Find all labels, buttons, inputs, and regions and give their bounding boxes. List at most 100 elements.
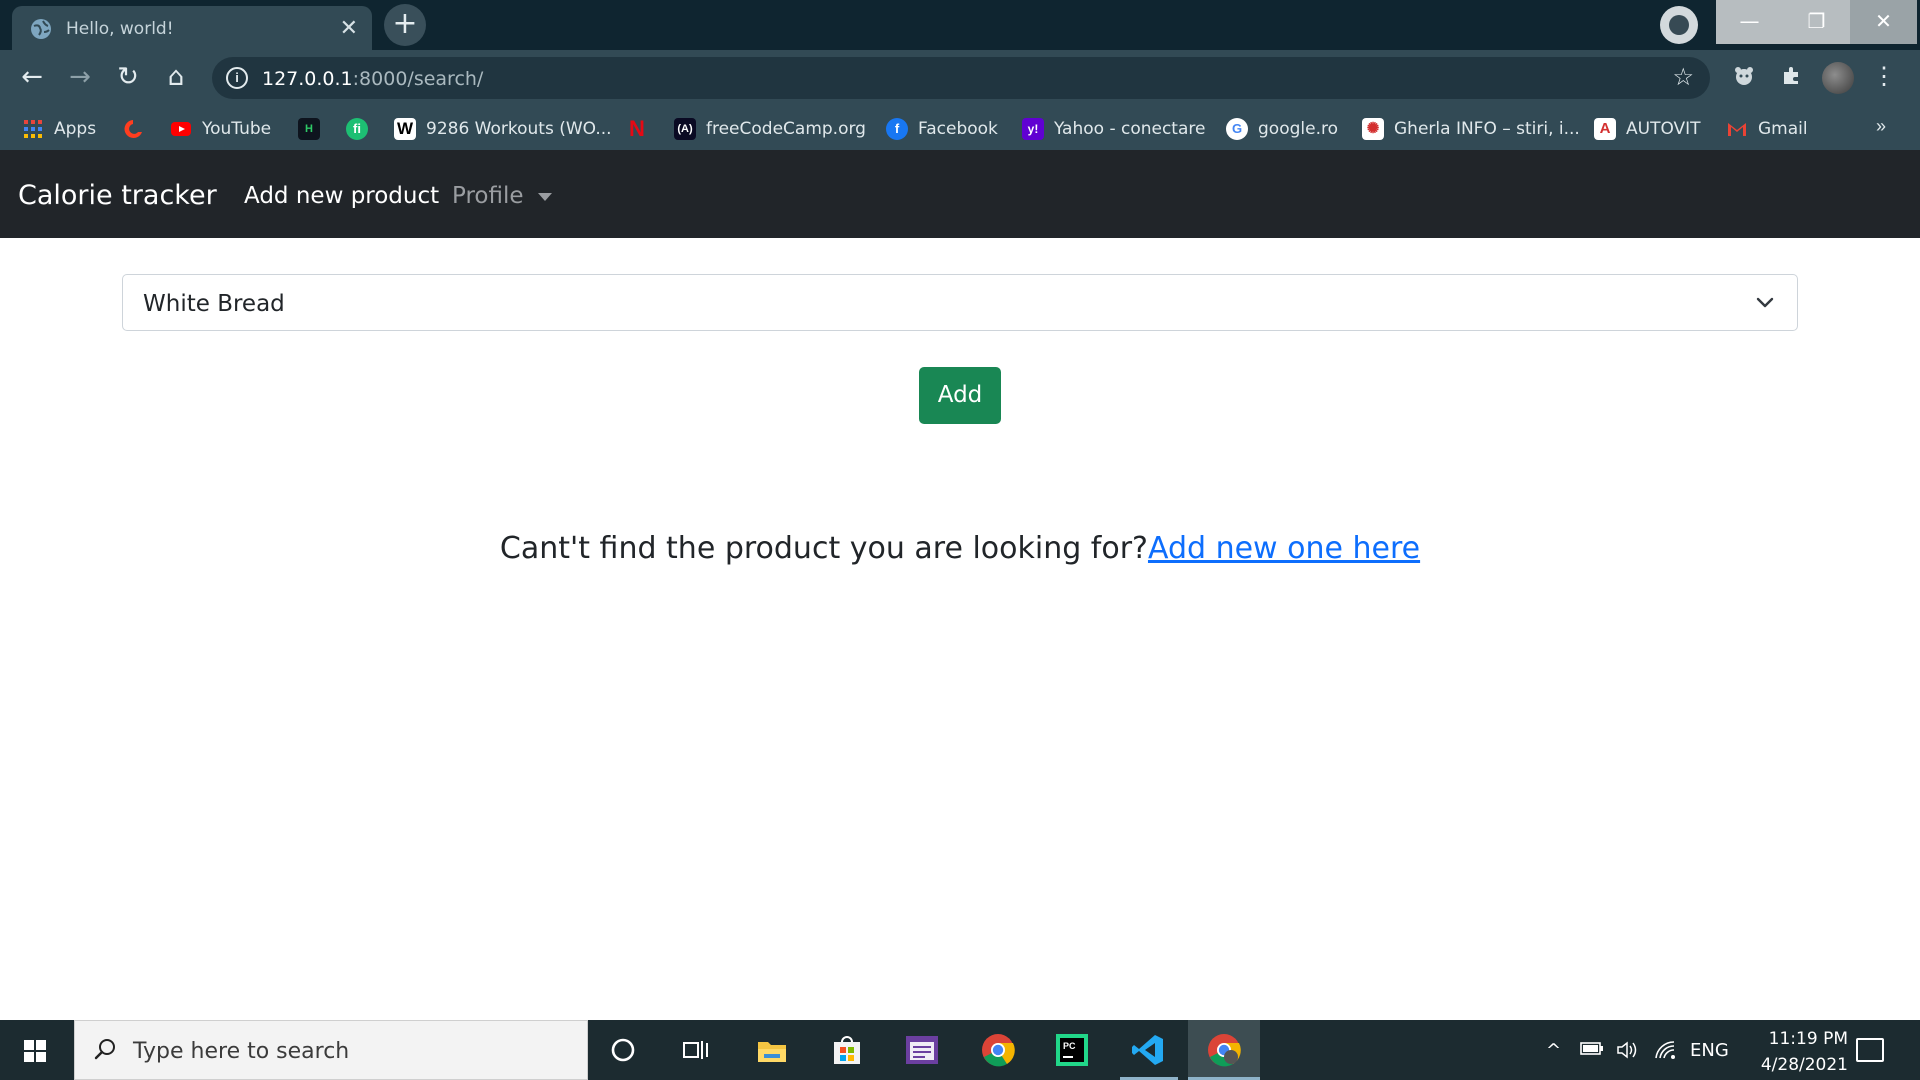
bookmark-gmail[interactable]: Gmail bbox=[1726, 116, 1808, 142]
apps-grid-icon bbox=[24, 120, 42, 138]
bookmarks-bar: Apps YouTube H fi W 9286 Workouts (WO...… bbox=[0, 106, 1920, 150]
product-select-value: White Bread bbox=[143, 291, 285, 317]
bookmark-label: YouTube bbox=[202, 119, 272, 139]
language-indicator[interactable]: ENG bbox=[1690, 1040, 1729, 1061]
site-info-icon[interactable]: i bbox=[226, 67, 248, 89]
helper-text: Cant't find the product you are looking … bbox=[499, 531, 1148, 566]
system-clock[interactable]: 11:19 PM 4/28/2021 bbox=[1738, 1026, 1848, 1078]
opera-like-icon bbox=[124, 120, 142, 138]
svg-text:PC: PC bbox=[1063, 1041, 1076, 1051]
tab-title: Hello, world! bbox=[66, 19, 174, 39]
gmail-icon bbox=[1728, 123, 1746, 136]
missing-product-helper: Cant't find the product you are looking … bbox=[0, 531, 1920, 566]
store-icon[interactable] bbox=[827, 1030, 867, 1070]
cortana-icon[interactable] bbox=[603, 1030, 643, 1070]
yahoo-icon: y! bbox=[1022, 118, 1044, 140]
bookmark-youtube[interactable]: YouTube bbox=[170, 116, 271, 142]
youtube-icon bbox=[171, 122, 191, 136]
bookmark-fiverr[interactable]: fi bbox=[346, 116, 368, 142]
bookmark-google[interactable]: G google.ro bbox=[1226, 116, 1338, 142]
add-new-product-link[interactable]: Add new one here bbox=[1148, 531, 1420, 566]
caret-down-icon bbox=[537, 192, 552, 201]
search-icon bbox=[94, 1039, 115, 1060]
bookmark-star-icon[interactable]: ☆ bbox=[1672, 63, 1694, 92]
nav-add-new-product[interactable]: Add new product bbox=[244, 183, 439, 209]
add-product-button[interactable]: Add bbox=[919, 367, 1001, 424]
bookmark-workouts[interactable]: W 9286 Workouts (WO... bbox=[394, 116, 612, 142]
battery-icon[interactable] bbox=[1580, 1040, 1604, 1061]
bookmark-freecodecamp[interactable]: (A) freeCodeCamp.org bbox=[674, 116, 866, 142]
nav-profile-dropdown[interactable]: Profile bbox=[452, 183, 552, 209]
bookmark-label: AUTOVIT bbox=[1626, 119, 1701, 139]
taskbar-search[interactable]: Type here to search bbox=[74, 1020, 588, 1080]
bookmark-facebook[interactable]: f Facebook bbox=[886, 116, 998, 142]
url-text[interactable]: 127.0.0.1:8000/search/ bbox=[262, 68, 483, 90]
bookmark-hackerrank[interactable]: H bbox=[298, 116, 320, 142]
bookmark-label: Gherla INFO – stiri, i... bbox=[1394, 119, 1580, 139]
bookmark-apps[interactable]: Apps bbox=[22, 116, 96, 142]
bookmark-label: google.ro bbox=[1258, 119, 1338, 139]
bookmark-label: Gmail bbox=[1758, 119, 1808, 139]
autovit-icon: A bbox=[1594, 118, 1616, 140]
bookmark-icon-only[interactable] bbox=[122, 116, 144, 142]
chrome-active-icon bbox=[1208, 1034, 1241, 1067]
file-explorer-icon[interactable] bbox=[752, 1030, 792, 1070]
product-select[interactable]: White Bread bbox=[122, 274, 1798, 331]
hackerrank-icon: H bbox=[298, 118, 320, 140]
restore-button[interactable]: ❐ bbox=[1783, 0, 1850, 44]
windows-taskbar: Type here to search PC ^ ENG 11:19 PM 4/… bbox=[0, 1020, 1920, 1080]
reload-button[interactable]: ↻ bbox=[110, 60, 146, 96]
url-path: :8000/search/ bbox=[352, 68, 484, 90]
windows-logo-icon bbox=[24, 1040, 46, 1062]
bookmark-gherla-info[interactable]: ✺ Gherla INFO – stiri, i... bbox=[1362, 116, 1580, 142]
site-navbar: Calorie tracker Add new product Profile bbox=[0, 150, 1920, 238]
extension-icon[interactable] bbox=[1730, 64, 1758, 92]
netflix-icon: N bbox=[629, 116, 645, 141]
tab-close-icon[interactable]: ✕ bbox=[340, 16, 358, 41]
chrome-active-task[interactable] bbox=[1188, 1020, 1260, 1080]
bookmark-yahoo[interactable]: y! Yahoo - conectare bbox=[1022, 116, 1205, 142]
gherla-info-icon: ✺ bbox=[1362, 118, 1384, 140]
calendar-app-icon[interactable] bbox=[902, 1030, 942, 1070]
new-tab-button[interactable]: + bbox=[384, 4, 426, 46]
profile-avatar[interactable] bbox=[1822, 62, 1854, 94]
tab-search-icon[interactable] bbox=[1660, 6, 1698, 44]
clock-time: 11:19 PM bbox=[1768, 1029, 1848, 1049]
globe-icon bbox=[31, 19, 51, 39]
freecodecamp-icon: (A) bbox=[674, 118, 696, 140]
chrome-icon[interactable] bbox=[978, 1030, 1018, 1070]
start-button[interactable] bbox=[0, 1020, 70, 1080]
more-bookmarks-chevron-icon[interactable]: » bbox=[1876, 116, 1886, 137]
google-icon: G bbox=[1226, 118, 1248, 140]
back-button[interactable]: ← bbox=[14, 60, 50, 96]
browser-titlebar: Hello, world! ✕ + — ❐ ✕ bbox=[0, 0, 1920, 50]
bookmark-netflix[interactable]: N bbox=[626, 116, 648, 142]
task-view-icon[interactable] bbox=[676, 1030, 716, 1070]
bookmark-label: Facebook bbox=[918, 119, 998, 139]
site-brand[interactable]: Calorie tracker bbox=[18, 180, 217, 211]
show-hidden-icons-chevron-icon[interactable]: ^ bbox=[1546, 1040, 1561, 1061]
browser-menu-icon[interactable]: ⋮ bbox=[1872, 62, 1896, 92]
address-bar[interactable]: i 127.0.0.1:8000/search/ ☆ bbox=[212, 57, 1710, 99]
nav-profile-label: Profile bbox=[452, 183, 524, 209]
close-window-button[interactable]: ✕ bbox=[1850, 0, 1917, 44]
action-center-icon[interactable] bbox=[1856, 1038, 1884, 1062]
browser-tab[interactable]: Hello, world! ✕ bbox=[12, 6, 372, 50]
bookmark-label: Apps bbox=[54, 119, 97, 139]
volume-icon[interactable] bbox=[1616, 1040, 1640, 1065]
forward-button[interactable]: → bbox=[62, 60, 98, 96]
url-host: 127.0.0.1 bbox=[262, 68, 353, 90]
fiverr-icon: fi bbox=[346, 118, 368, 140]
home-button[interactable]: ⌂ bbox=[158, 60, 194, 96]
bookmark-label: Yahoo - conectare bbox=[1054, 119, 1206, 139]
vscode-icon[interactable] bbox=[1128, 1030, 1168, 1070]
browser-toolbar: ← → ↻ ⌂ i 127.0.0.1:8000/search/ ☆ ⋮ bbox=[0, 50, 1920, 106]
bookmark-autovit[interactable]: A AUTOVIT bbox=[1594, 116, 1701, 142]
bookmark-label: 9286 Workouts (WO... bbox=[426, 119, 612, 139]
bookmark-label: freeCodeCamp.org bbox=[706, 119, 866, 139]
pycharm-icon[interactable]: PC bbox=[1052, 1030, 1092, 1070]
taskbar-search-placeholder: Type here to search bbox=[133, 1039, 350, 1064]
minimize-button[interactable]: — bbox=[1716, 0, 1783, 44]
wifi-icon[interactable] bbox=[1654, 1040, 1678, 1065]
extensions-puzzle-icon[interactable] bbox=[1778, 64, 1806, 92]
